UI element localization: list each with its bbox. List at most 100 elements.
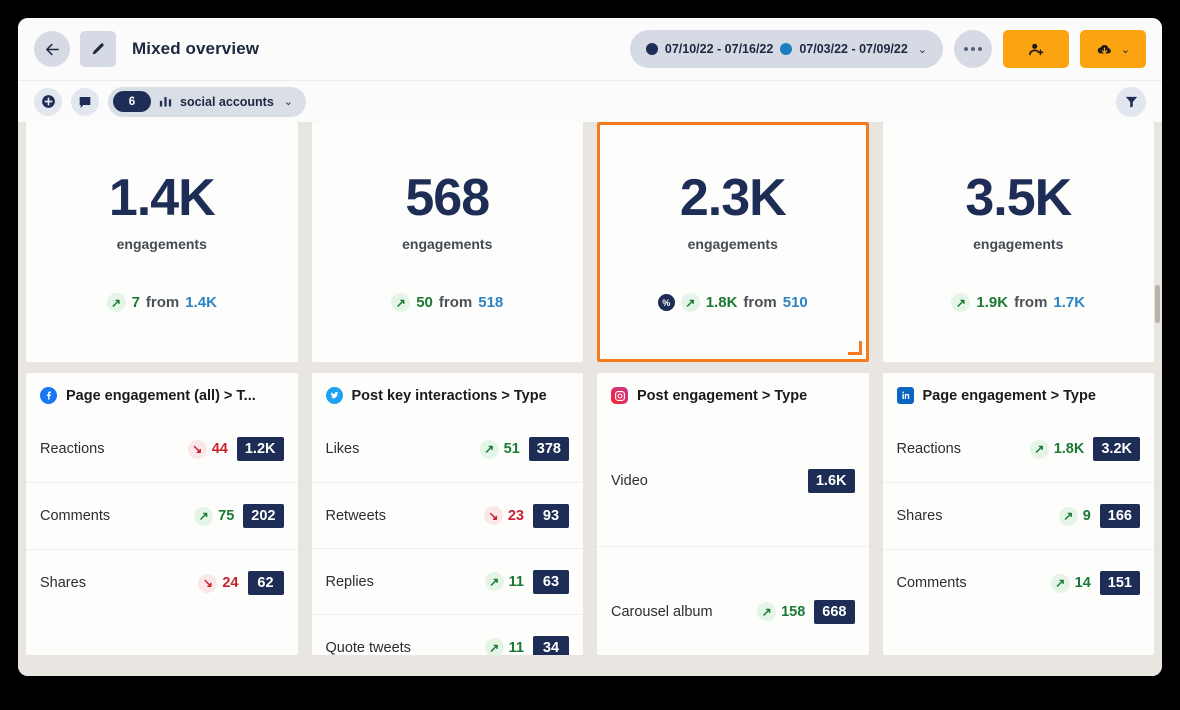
back-button[interactable] — [34, 31, 70, 67]
export-chevron-icon: ⌄ — [1120, 43, 1131, 56]
panel-rows: Reactions ↘ 44 1.2K Comments ↗ 75 202 Sh… — [26, 416, 298, 655]
export-button[interactable]: ⌄ — [1080, 30, 1146, 68]
table-row[interactable]: Comments ↗ 75 202 — [26, 482, 298, 549]
row-change-value: 11 — [508, 573, 524, 590]
row-change: ↗ 11 — [484, 638, 524, 655]
trend-down-icon: ↘ — [483, 506, 503, 525]
table-row[interactable]: Carousel album ↗ 158 668 — [597, 546, 869, 655]
trend-down-icon: ↘ — [187, 439, 207, 459]
share-report-button[interactable] — [1003, 30, 1069, 68]
row-value: 63 — [533, 569, 569, 594]
panel-rows: Likes ↗ 51 378 Retweets ↘ 23 93 Replies … — [311, 416, 584, 656]
table-row[interactable]: Comments ↗ 14 151 — [882, 549, 1154, 616]
delta-change: 1.8K — [705, 294, 738, 311]
panel-facebook[interactable]: Page engagement (all) > T... Reactions ↘… — [26, 373, 298, 655]
chevron-down-icon: ⌄ — [917, 43, 927, 56]
trend-up-icon: ↗ — [1029, 439, 1049, 459]
trend-up-icon: ↗ — [194, 506, 214, 526]
trend-up-icon: ↗ — [391, 293, 411, 312]
metric-card[interactable]: 1.4K engagements ↗ 7 from 1.4K — [26, 122, 298, 362]
row-change-value: 23 — [507, 507, 524, 524]
edit-title-button[interactable] — [80, 31, 116, 67]
delta-from-word: from — [1014, 294, 1048, 311]
twitter-icon — [325, 387, 343, 404]
row-change: ↗ 9 — [1058, 506, 1091, 526]
breakdown-panels-row: Page engagement (all) > T... Reactions ↘… — [18, 373, 1162, 655]
filter-toolbar: 6 social accounts ⌄ — [18, 80, 1162, 122]
row-label: Shares — [40, 575, 86, 591]
social-accounts-filter[interactable]: 6 social accounts ⌄ — [108, 86, 307, 117]
facebook-icon — [40, 387, 57, 404]
resize-handle[interactable] — [847, 341, 862, 355]
delta-previous: 1.4K — [185, 294, 217, 311]
delta-from-word: from — [743, 294, 777, 311]
row-change-value: 158 — [781, 603, 806, 620]
delta-previous: 510 — [782, 294, 808, 311]
more-options-button[interactable] — [954, 30, 992, 68]
row-value: 3.2K — [1093, 437, 1140, 461]
row-value: 93 — [533, 503, 569, 528]
linkedin-icon — [896, 387, 914, 404]
trend-up-icon: ↗ — [951, 293, 971, 312]
row-label: Quote tweets — [325, 639, 411, 656]
table-row[interactable]: Reactions ↘ 44 1.2K — [26, 416, 298, 482]
row-change-value: 51 — [503, 441, 520, 457]
table-row[interactable]: Quote tweets ↗ 11 34 — [311, 614, 583, 656]
pencil-icon — [92, 43, 104, 55]
row-change-value: 75 — [218, 508, 235, 524]
row-label: Reactions — [896, 441, 961, 457]
chevron-down-icon: ⌄ — [283, 96, 294, 108]
metric-label: engagements — [687, 236, 778, 252]
panel-header: Page engagement > Type — [883, 373, 1155, 416]
row-label: Replies — [325, 573, 374, 590]
metric-label: engagements — [973, 236, 1064, 252]
add-widget-button[interactable] — [34, 87, 62, 116]
row-label: Video — [611, 473, 648, 489]
row-label: Comments — [40, 508, 111, 524]
table-row[interactable]: Shares ↗ 9 166 — [882, 482, 1154, 549]
table-row[interactable]: Replies ↗ 11 63 — [311, 548, 583, 614]
row-label: Likes — [325, 441, 360, 457]
row-change: ↗ 158 — [757, 602, 805, 621]
row-value: 1.6K — [807, 469, 855, 493]
metric-value: 2.3K — [679, 169, 787, 227]
primary-date-range: 07/10/22 - 07/16/22 — [664, 42, 774, 56]
panel-title: Page engagement > Type — [922, 387, 1096, 404]
metric-card[interactable]: 568 engagements ↗ 50 from 518 — [311, 122, 583, 362]
metric-card[interactable]: 3.5K engagements ↗ 1.9K from 1.7K — [882, 122, 1154, 362]
row-change: ↗ 75 — [194, 506, 235, 526]
primary-range-dot — [645, 43, 658, 55]
panel-twitter[interactable]: Post key interactions > Type Likes ↗ 51 … — [311, 373, 584, 656]
bar-chart-icon — [159, 97, 172, 107]
row-label: Comments — [896, 575, 967, 591]
panel-instagram[interactable]: Post engagement > Type Video 1.6K Carous… — [597, 373, 869, 655]
table-row[interactable]: Reactions ↗ 1.8K 3.2K — [883, 416, 1155, 482]
metric-card-selected[interactable]: 2.3K engagements % ↗ 1.8K from 510 — [597, 122, 869, 362]
vertical-scrollbar[interactable] — [1155, 285, 1160, 323]
panel-title: Post key interactions > Type — [351, 387, 547, 404]
trend-up-icon: ↗ — [1050, 573, 1070, 593]
row-change-value: 24 — [222, 575, 239, 591]
arrow-left-icon — [45, 43, 59, 55]
row-label: Retweets — [325, 507, 386, 524]
delta-previous: 1.7K — [1053, 294, 1086, 311]
row-label: Shares — [896, 508, 943, 524]
delta-change: 50 — [416, 294, 433, 311]
plus-circle-icon — [41, 95, 55, 108]
header-actions: 07/10/22 - 07/16/22 07/03/22 - 07/09/22 … — [629, 30, 1146, 68]
table-row[interactable]: Video 1.6K — [597, 416, 869, 546]
metric-label: engagements — [116, 236, 207, 252]
comments-button[interactable] — [71, 87, 99, 116]
row-value: 166 — [1099, 504, 1140, 528]
filter-button[interactable] — [1116, 86, 1146, 117]
panel-title: Page engagement (all) > T... — [66, 387, 256, 404]
trend-up-icon: ↗ — [479, 439, 499, 459]
row-label: Reactions — [40, 441, 105, 457]
date-range-selector[interactable]: 07/10/22 - 07/16/22 07/03/22 - 07/09/22 … — [629, 30, 943, 68]
row-value: 378 — [528, 437, 569, 461]
table-row[interactable]: Retweets ↘ 23 93 — [311, 482, 583, 548]
social-accounts-label: social accounts — [180, 94, 274, 109]
panel-linkedin[interactable]: Page engagement > Type Reactions ↗ 1.8K … — [882, 373, 1155, 655]
table-row[interactable]: Likes ↗ 51 378 — [312, 416, 584, 482]
table-row[interactable]: Shares ↘ 24 62 — [26, 549, 298, 616]
